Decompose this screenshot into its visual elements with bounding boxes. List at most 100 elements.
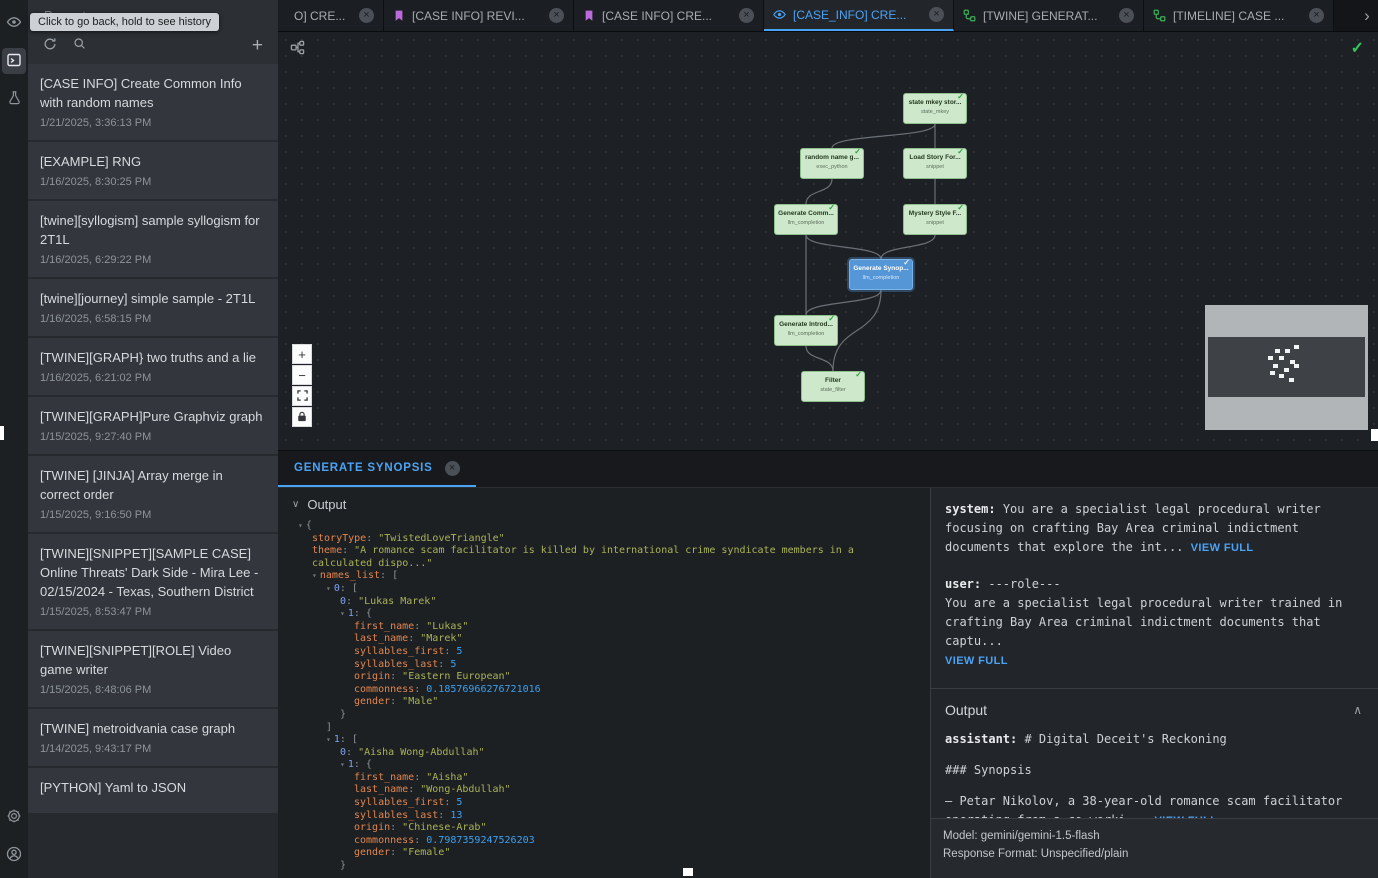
prompt-list-item[interactable]: [twine][syllogism] sample syllogism for …	[28, 201, 278, 277]
right-output-header[interactable]: Output ∧	[945, 689, 1364, 730]
zoom-out-button[interactable]: −	[292, 365, 312, 385]
settings-gear-button[interactable]	[2, 804, 26, 830]
json-key: gender	[354, 847, 390, 858]
app-root: Prompts + [CASE INFO] Create Common Info…	[0, 0, 1378, 878]
model-info-footer: Model: gemini/gemini-1.5-flash Response …	[931, 818, 1378, 878]
tab-case-info-revi[interactable]: [CASE INFO] REVI...×	[384, 0, 574, 31]
output-section-label: Output	[307, 497, 346, 512]
search-icon	[73, 37, 86, 53]
tab-close-icon[interactable]: ×	[1119, 8, 1134, 23]
graph-node-llm_completion[interactable]: ✓Generate Introd...llm_completion	[774, 315, 838, 346]
json-line: ▾{	[298, 520, 920, 533]
json-tree: ▾{storyType: "TwistedLoveTriangle"theme:…	[278, 518, 930, 873]
collapse-toggle-icon[interactable]: ▾	[326, 735, 331, 744]
minimap-node-marker	[1294, 345, 1299, 349]
assistant-message: assistant: # Digital Deceit's Reckoning …	[945, 730, 1364, 818]
lock-button[interactable]	[292, 407, 312, 427]
tab-twine-generat[interactable]: [TWINE] GENERAT... ×	[954, 0, 1144, 31]
json-line: last_name: "Wong-Abdullah"	[298, 784, 920, 797]
minimap-node-marker	[1294, 364, 1299, 368]
graph-node-llm_completion[interactable]: ✓Generate Synop...llm_completion	[849, 259, 913, 290]
tab-o-cre[interactable]: O] CRE...×	[278, 0, 384, 31]
prompt-list-item[interactable]: [TWINE] [JINJA] Array merge in correct o…	[28, 456, 278, 532]
prompt-list-item[interactable]: [TWINE][SNIPPET][ROLE] Video game writer…	[28, 631, 278, 707]
lock-icon	[297, 411, 307, 424]
json-line: 0: "Lukas Marek"	[298, 596, 920, 609]
json-line: ▾1: {	[298, 608, 920, 621]
fit-view-button[interactable]	[292, 386, 312, 406]
graph-node-state_filter[interactable]: ✓Filterstate_filter	[801, 371, 865, 402]
json-key: storyType	[312, 533, 366, 544]
panel-tab-close-icon[interactable]: ×	[445, 461, 460, 476]
json-line: origin: "Eastern European"	[298, 671, 920, 684]
tab-close-icon[interactable]: ×	[929, 7, 944, 22]
prompt-list-item[interactable]: [PYTHON] Yaml to JSON	[28, 768, 278, 813]
output-json-pane[interactable]: ∨ Output ▾{storyType: "TwistedLoveTriang…	[278, 488, 930, 878]
node-subtype: state_mkey	[904, 109, 966, 116]
messages-scroll[interactable]: system: You are a specialist legal proce…	[931, 488, 1378, 818]
prompt-list-item[interactable]: [TWINE][SNIPPET][SAMPLE CASE] Online Thr…	[28, 534, 278, 629]
tab-close-icon[interactable]: ×	[549, 8, 564, 23]
add-prompt-button[interactable]: +	[252, 36, 263, 55]
tab-case-info-cre[interactable]: [CASE_INFO] CRE...×	[764, 0, 954, 31]
minimap[interactable]	[1205, 305, 1368, 430]
json-value: "Marek"	[420, 633, 462, 644]
panel-resize-handle[interactable]	[683, 868, 693, 876]
eye-icon	[6, 14, 22, 33]
flask-icon	[7, 90, 22, 108]
refresh-button[interactable]	[43, 37, 57, 54]
collapse-toggle-icon[interactable]: ▾	[312, 571, 317, 580]
json-key: theme	[312, 545, 342, 556]
output-section-header[interactable]: ∨ Output	[278, 488, 930, 518]
tab-overflow-chevron[interactable]: ›	[1356, 0, 1378, 31]
json-value: 0.7987359247526203	[426, 835, 534, 846]
sidebar-resize-handle[interactable]	[0, 426, 4, 440]
eye-icon	[773, 8, 786, 21]
json-value: 0.18576966276721016	[426, 684, 540, 695]
tab-label: [TWINE] GENERAT...	[983, 9, 1112, 23]
prompt-list-item[interactable]: [TWINE][GRAPH} two truths and a lie1/16/…	[28, 338, 278, 395]
view-full-link[interactable]: VIEW FULL	[945, 655, 1008, 667]
json-key: syllables_first	[354, 646, 444, 657]
graph-node-state_mkey[interactable]: ✓state mkey stor...state_mkey	[903, 93, 967, 124]
graph-node-exec_python[interactable]: ✓random name g...exec_python	[800, 148, 864, 179]
json-line: syllables_first: 5	[298, 797, 920, 810]
tab-close-icon[interactable]: ×	[739, 8, 754, 23]
zoom-in-button[interactable]: +	[292, 344, 312, 364]
collapse-toggle-icon[interactable]: ▾	[340, 609, 345, 618]
eye-icon-button[interactable]	[2, 10, 26, 36]
json-value: [	[352, 583, 358, 594]
tab-close-icon[interactable]: ×	[1309, 8, 1324, 23]
tab-timeline-case[interactable]: [TIMELINE] CASE ...×	[1144, 0, 1334, 31]
graph-node-snippet[interactable]: ✓Mystery Style F...snippet	[903, 204, 967, 235]
panel-tab-generate-synopsis[interactable]: GENERATE SYNOPSIS ×	[278, 451, 476, 487]
collapse-toggle-icon[interactable]: ▾	[298, 521, 303, 530]
search-button[interactable]	[73, 37, 86, 53]
json-line: storyType: "TwistedLoveTriangle"	[298, 533, 920, 546]
account-button[interactable]	[2, 842, 26, 868]
prompt-list-item[interactable]: [twine][journey] simple sample - 2T1L1/1…	[28, 279, 278, 336]
prompt-list[interactable]: [CASE INFO] Create Common Info with rand…	[28, 64, 278, 878]
prompt-list-item[interactable]: [TWINE] metroidvania case graph1/14/2025…	[28, 709, 278, 766]
prompts-sidebar: Prompts + [CASE INFO] Create Common Info…	[28, 0, 278, 878]
collapse-toggle-icon[interactable]: ▾	[340, 760, 345, 769]
collapse-toggle-icon[interactable]: ▾	[326, 584, 331, 593]
prompts-panel-button[interactable]	[2, 48, 26, 74]
json-line: syllables_last: 13	[298, 810, 920, 823]
view-full-link[interactable]: VIEW FULL	[1191, 542, 1254, 554]
tab-case-info-cre[interactable]: [CASE INFO] CRE...×	[574, 0, 764, 31]
graph-node-snippet[interactable]: ✓Load Story For...snippet	[903, 148, 967, 179]
right-resize-handle[interactable]	[1371, 429, 1378, 441]
prompt-list-item[interactable]: [TWINE][GRAPH]Pure Graphviz graph1/15/20…	[28, 397, 278, 454]
json-key: commonness	[354, 684, 414, 695]
graph-node-llm_completion[interactable]: ✓Generate Comm...llm_completion	[774, 204, 838, 235]
tab-close-icon[interactable]: ×	[359, 8, 374, 23]
graph-canvas[interactable]: ✓ ✓state mkey stor...state_mkey✓random n…	[278, 32, 1378, 450]
sidebar-toolbar: +	[28, 26, 278, 64]
prompt-list-item[interactable]: [CASE INFO] Create Common Info with rand…	[28, 64, 278, 140]
json-line: origin: "Chinese-Arab"	[298, 822, 920, 835]
prompt-list-item[interactable]: [EXAMPLE] RNG1/16/2025, 8:30:25 PM	[28, 142, 278, 199]
json-key: last_name	[354, 784, 408, 795]
main-area: O] CRE...×[CASE INFO] REVI...×[CASE INFO…	[278, 0, 1378, 878]
flask-icon-button[interactable]	[2, 86, 26, 112]
